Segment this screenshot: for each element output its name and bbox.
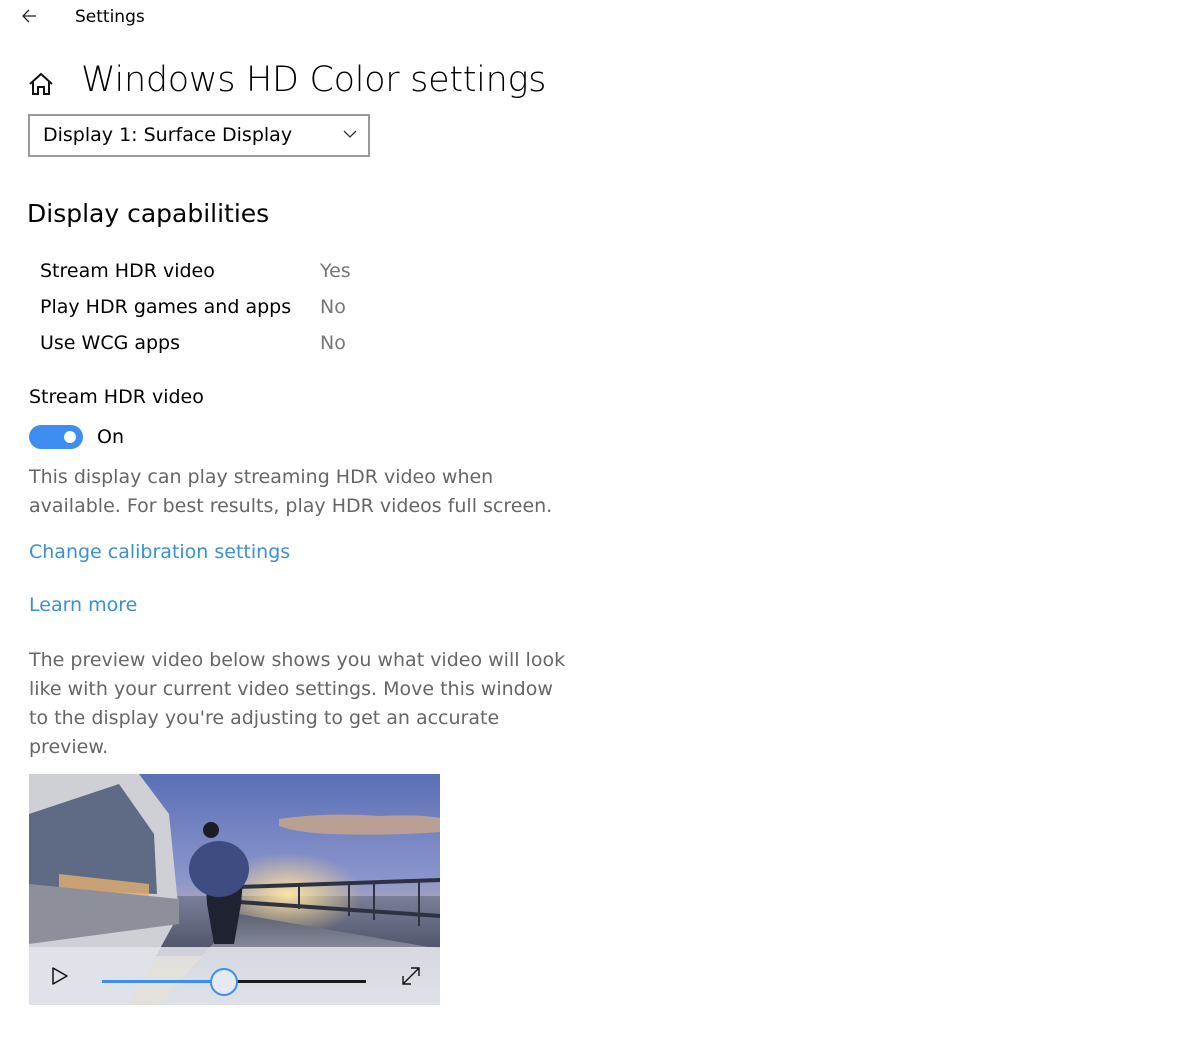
preview-description: The preview video below shows you what v… (29, 646, 589, 762)
page-title: Windows HD Color settings (81, 60, 547, 100)
back-button[interactable] (18, 4, 42, 28)
chevron-down-icon (343, 130, 357, 138)
description-line: to the display you're adjusting to get a… (29, 707, 500, 729)
display-select[interactable]: Display 1: Surface Display (28, 114, 370, 157)
description-line: The preview video below shows you what v… (29, 649, 566, 671)
display-select-value: Display 1: Surface Display (43, 124, 293, 146)
seek-thumb[interactable] (210, 968, 239, 996)
window-title: Settings (75, 7, 145, 27)
video-controls (29, 947, 440, 1005)
description-line: preview. (29, 736, 109, 758)
capability-label: Stream HDR video (40, 260, 215, 282)
play-icon[interactable] (51, 966, 69, 986)
seek-progress (102, 980, 224, 983)
capability-value: No (320, 332, 346, 354)
toggle-knob (64, 431, 76, 443)
capabilities-heading: Display capabilities (27, 199, 270, 228)
fullscreen-icon[interactable] (400, 965, 422, 987)
home-icon (29, 72, 53, 95)
stream-hdr-heading: Stream HDR video (29, 386, 204, 408)
capability-value: Yes (320, 260, 351, 282)
stream-hdr-toggle[interactable] (29, 425, 83, 449)
description-line: available. For best results, play HDR vi… (29, 495, 553, 517)
learn-more-link[interactable]: Learn more (29, 594, 137, 616)
back-arrow-icon (22, 9, 36, 23)
change-calibration-link[interactable]: Change calibration settings (29, 541, 290, 563)
toggle-state-label: On (97, 426, 124, 448)
description-line: This display can play streaming HDR vide… (29, 466, 494, 488)
preview-video[interactable] (29, 774, 440, 1005)
home-button[interactable] (27, 70, 55, 98)
description-line: like with your current video settings. M… (29, 678, 553, 700)
stream-hdr-description: This display can play streaming HDR vide… (29, 463, 589, 521)
seek-slider[interactable] (102, 968, 366, 996)
capability-label: Play HDR games and apps (40, 296, 292, 318)
capability-label: Use WCG apps (40, 332, 181, 354)
capability-value: No (320, 296, 346, 318)
